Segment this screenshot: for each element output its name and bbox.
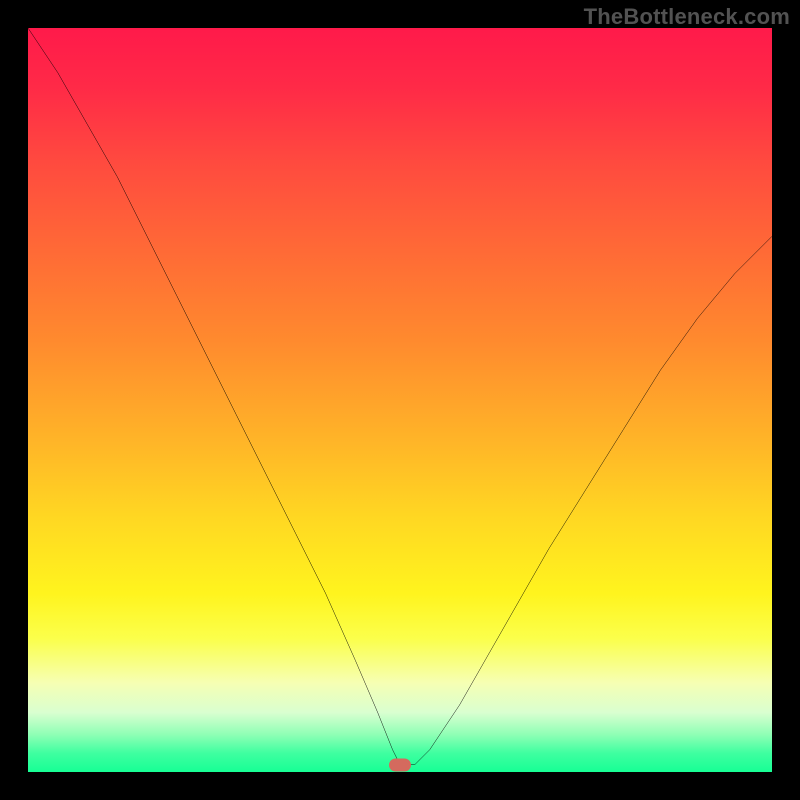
chart-frame: TheBottleneck.com: [0, 0, 800, 800]
plot-area: [28, 28, 772, 772]
bottleneck-curve: [28, 28, 772, 772]
watermark-label: TheBottleneck.com: [584, 4, 790, 30]
optimal-point-marker: [389, 758, 411, 771]
